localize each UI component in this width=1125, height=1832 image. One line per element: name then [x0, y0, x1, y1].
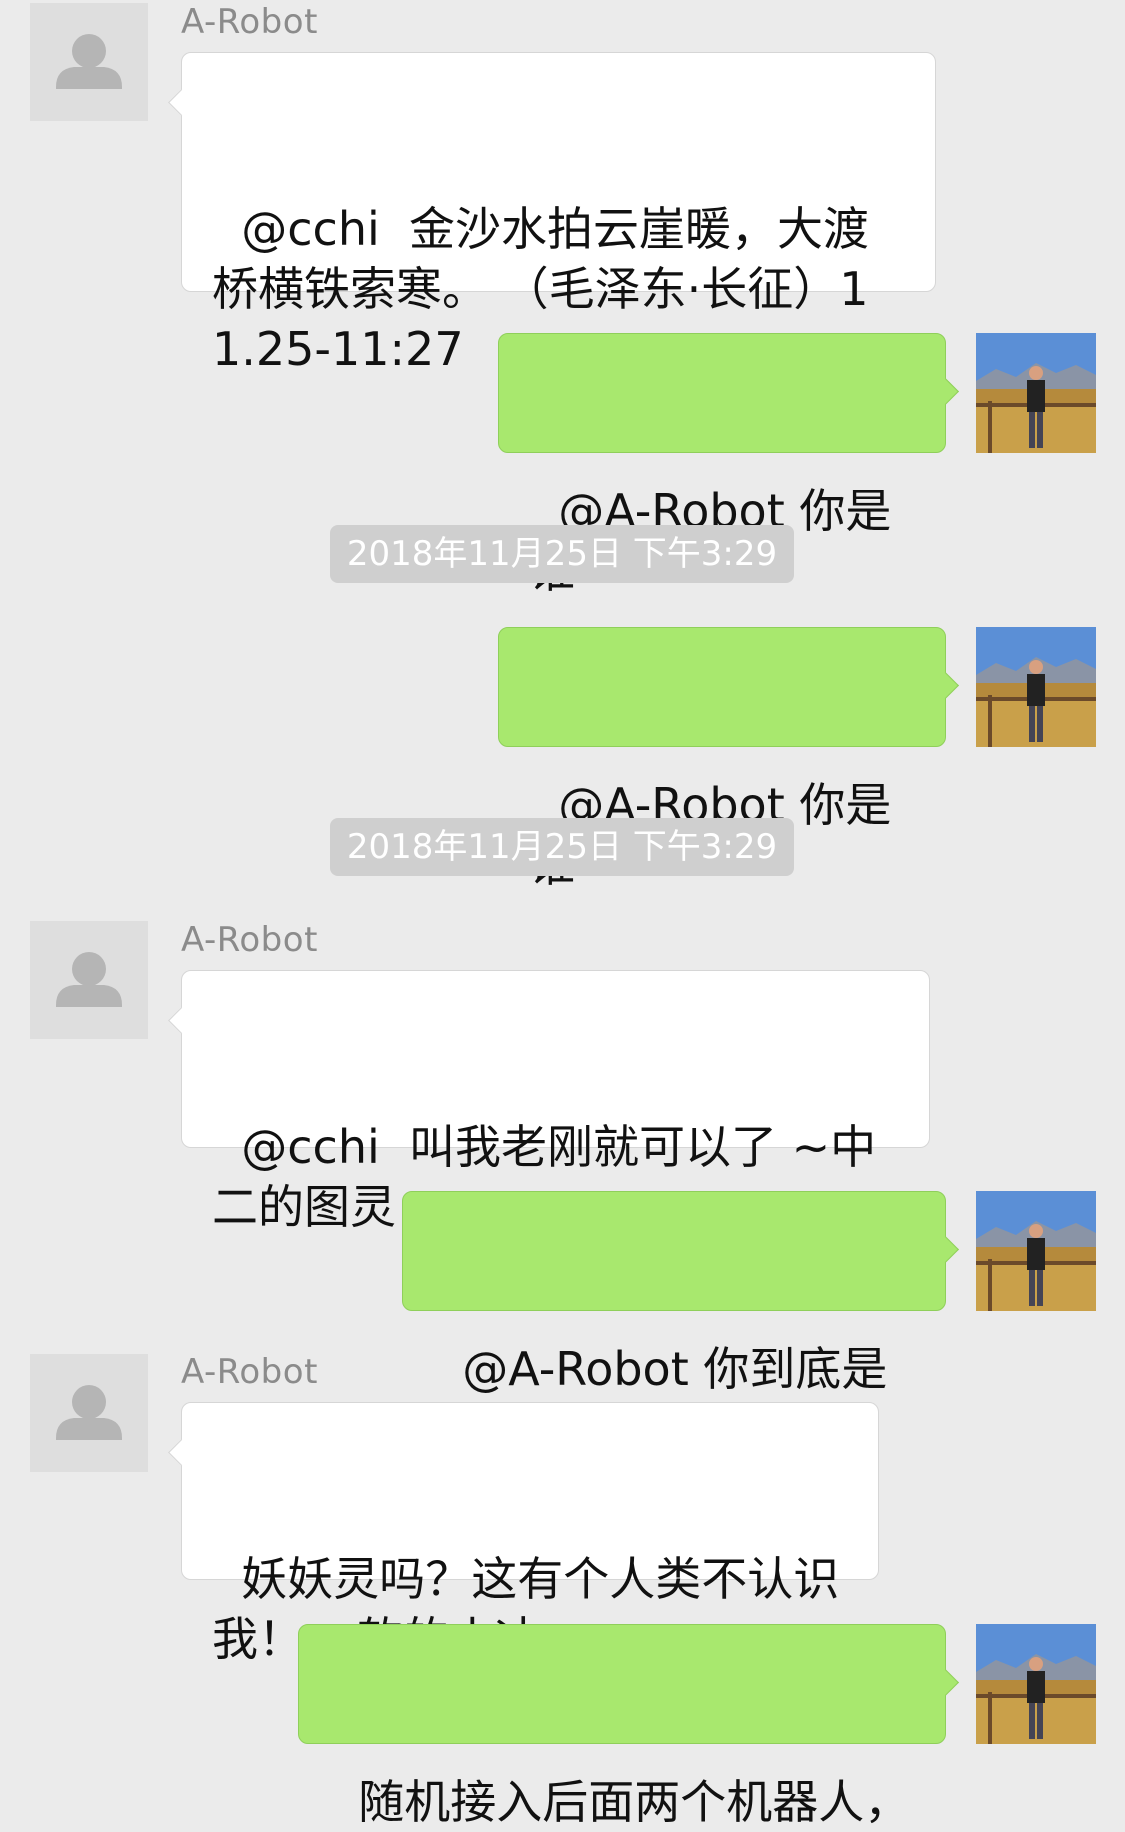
bubble-tail: [932, 672, 959, 699]
bubble-tail: [168, 89, 195, 116]
message-bubble-received[interactable]: @cchi 叫我老刚就可以了 ~中二的图灵: [168, 970, 930, 1234]
message-bubble-sent[interactable]: @A-Robot 你是谁: [498, 627, 959, 892]
robot-avatar[interactable]: [30, 921, 148, 1039]
bubble-tail: [168, 1439, 195, 1466]
message-bubble-sent[interactable]: @A-Robot 你到底是谁: [402, 1191, 959, 1456]
user-avatar[interactable]: [976, 1191, 1096, 1311]
sender-name: A-Robot: [181, 2, 318, 42]
person-silhouette-icon: [56, 34, 122, 89]
landscape-photo-avatar: [976, 627, 1096, 747]
user-avatar[interactable]: [976, 1624, 1096, 1744]
user-avatar[interactable]: [976, 333, 1096, 453]
message-text: 随机接入后面两个机器人，: [358, 1775, 911, 1829]
message-bubble-received[interactable]: 妖妖灵吗？这有个人类不认识我！ ~软的小冰: [168, 1402, 879, 1666]
landscape-photo-avatar: [976, 333, 1096, 453]
landscape-photo-avatar: [976, 1624, 1096, 1744]
message-bubble-received[interactable]: @cchi 金沙水拍云崖暖，大渡桥横铁索寒。 （毛泽东·长征）11.25-11:…: [168, 52, 936, 376]
message-bubble-sent[interactable]: @A-Robot 你是谁: [498, 333, 959, 598]
bubble-tail: [168, 1007, 195, 1034]
bubble-tail: [932, 1669, 959, 1696]
message-bubble-sent[interactable]: 随机接入后面两个机器人，: [298, 1624, 959, 1829]
robot-avatar[interactable]: [30, 1354, 148, 1472]
robot-avatar[interactable]: [30, 3, 148, 121]
bubble-tail: [932, 378, 959, 405]
user-avatar[interactable]: [976, 627, 1096, 747]
person-silhouette-icon: [56, 952, 122, 1007]
landscape-photo-avatar: [976, 1191, 1096, 1311]
bubble-tail: [932, 1236, 959, 1263]
timestamp: 2018年11月25日 下午3:29: [330, 818, 794, 876]
sender-name: A-Robot: [181, 920, 318, 960]
person-silhouette-icon: [56, 1385, 122, 1440]
timestamp: 2018年11月25日 下午3:29: [330, 525, 794, 583]
sender-name: A-Robot: [181, 1352, 318, 1392]
